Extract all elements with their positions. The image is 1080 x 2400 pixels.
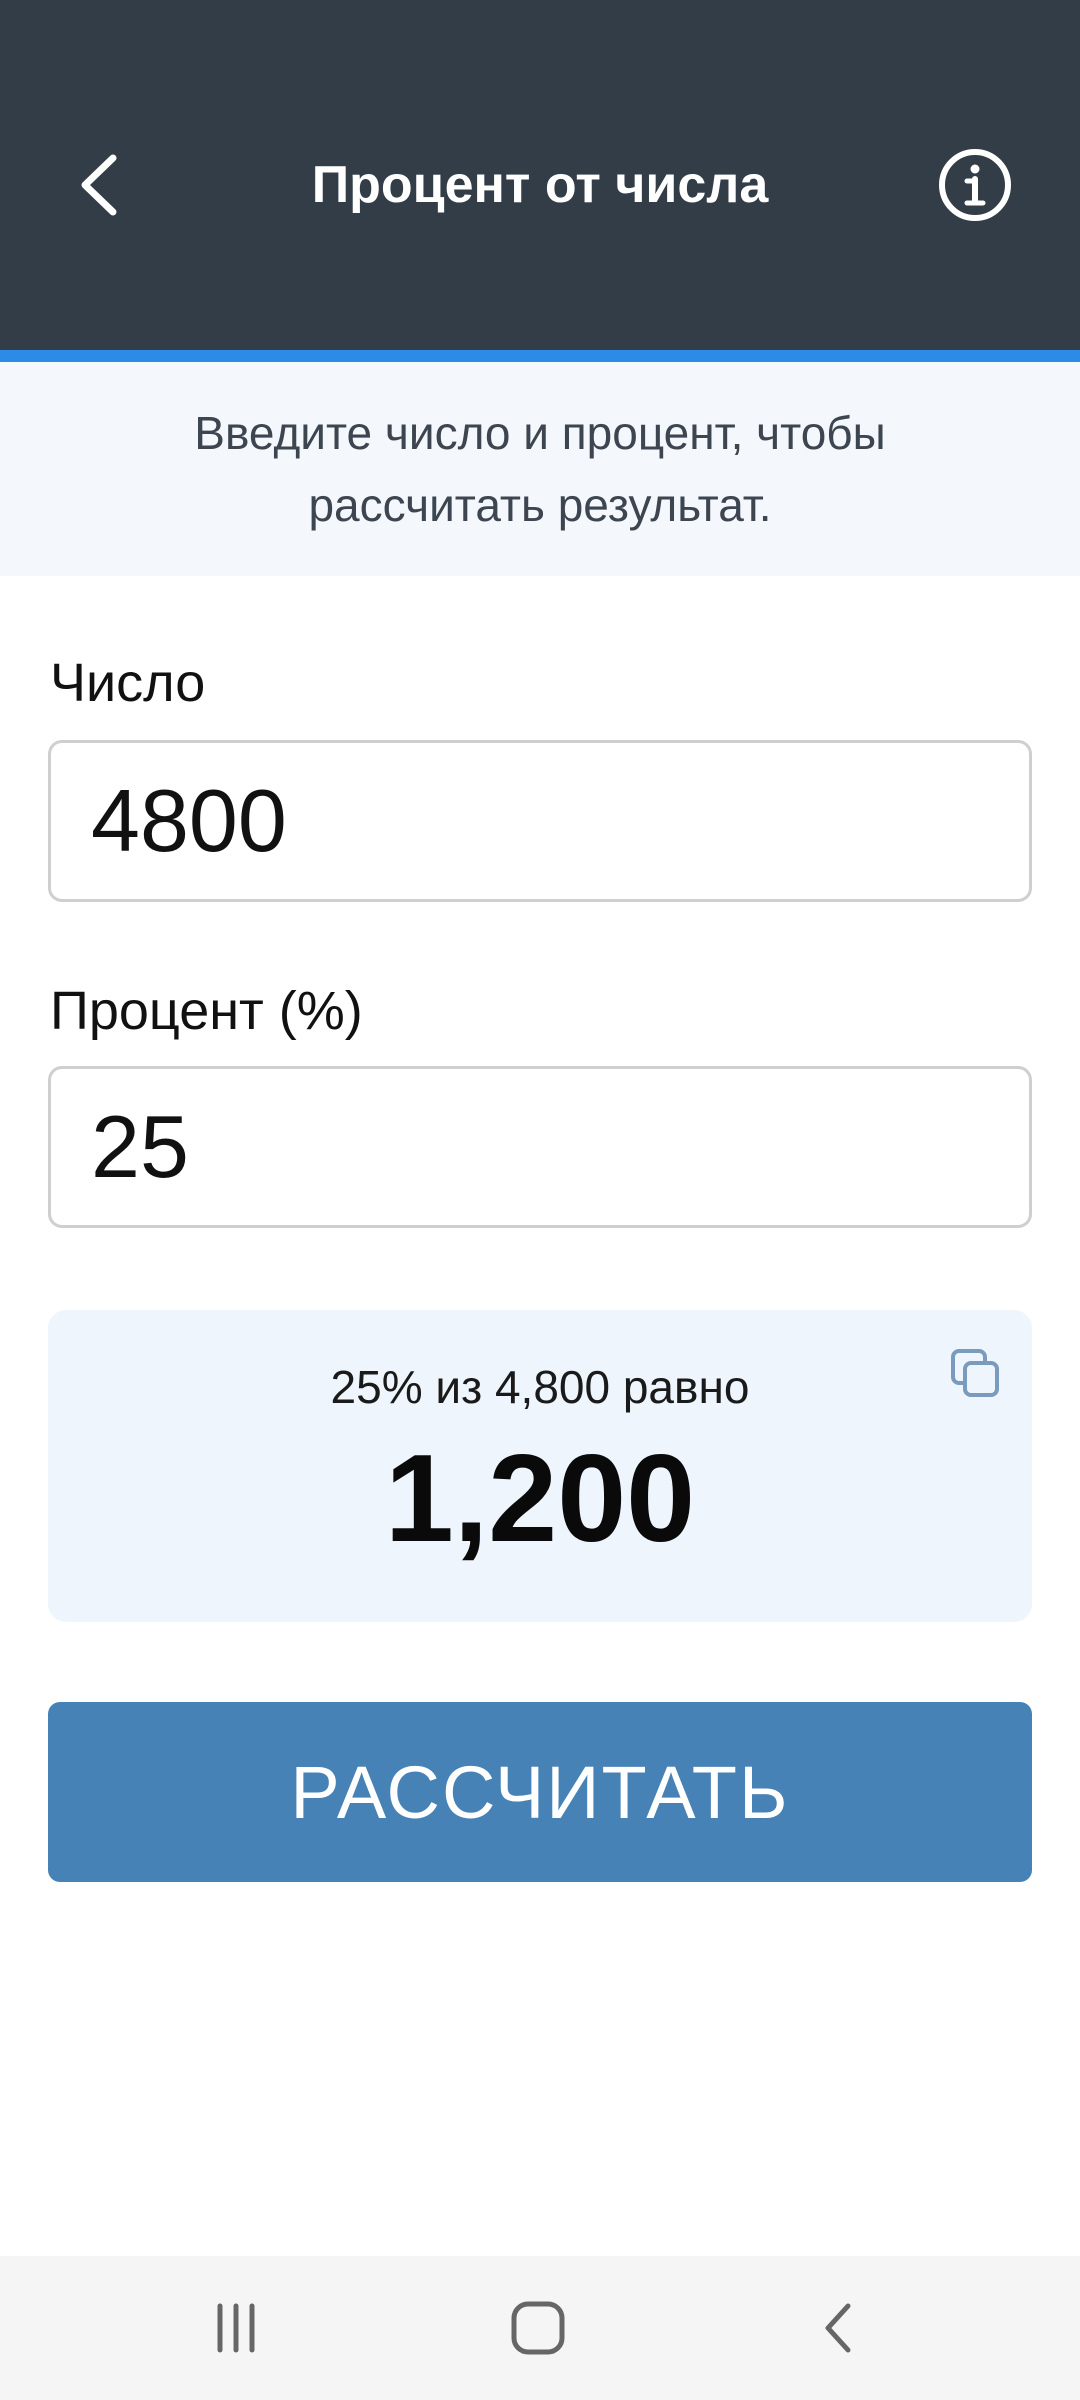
result-caption: 25% из 4,800 равно [330, 1361, 750, 1413]
app-bar-accent-line [0, 350, 1080, 362]
number-input[interactable]: 4800 [48, 740, 1032, 902]
system-back-button[interactable] [790, 2288, 890, 2368]
back-icon [825, 2303, 851, 2353]
copy-icon [951, 1349, 999, 1397]
result-card: 25% из 4,800 равно 1,200 [48, 1310, 1032, 1622]
recents-icon [217, 2303, 255, 2353]
info-circle-icon [939, 149, 1011, 221]
calculate-button[interactable]: РАССЧИТАТЬ [48, 1702, 1032, 1882]
copy-button[interactable] [944, 1342, 1008, 1406]
percent-input[interactable]: 25 [48, 1066, 1032, 1228]
hint-panel: Введите число и процент, чтобы рассчитат… [0, 362, 1080, 576]
home-button[interactable] [488, 2288, 588, 2368]
percent-label: Процент (%) [50, 981, 363, 1041]
system-nav-bar [0, 2256, 1080, 2400]
hint-text: Введите число и процент, чтобы рассчитат… [194, 407, 886, 531]
recents-button[interactable] [186, 2288, 286, 2368]
number-label: Число [50, 653, 206, 713]
page-title: Процент от числа [311, 156, 769, 214]
chevron-left-icon [81, 154, 117, 216]
result-value: 1,200 [384, 1430, 696, 1568]
info-button[interactable] [930, 145, 1020, 225]
back-button[interactable] [60, 135, 140, 235]
home-icon [511, 2301, 565, 2355]
